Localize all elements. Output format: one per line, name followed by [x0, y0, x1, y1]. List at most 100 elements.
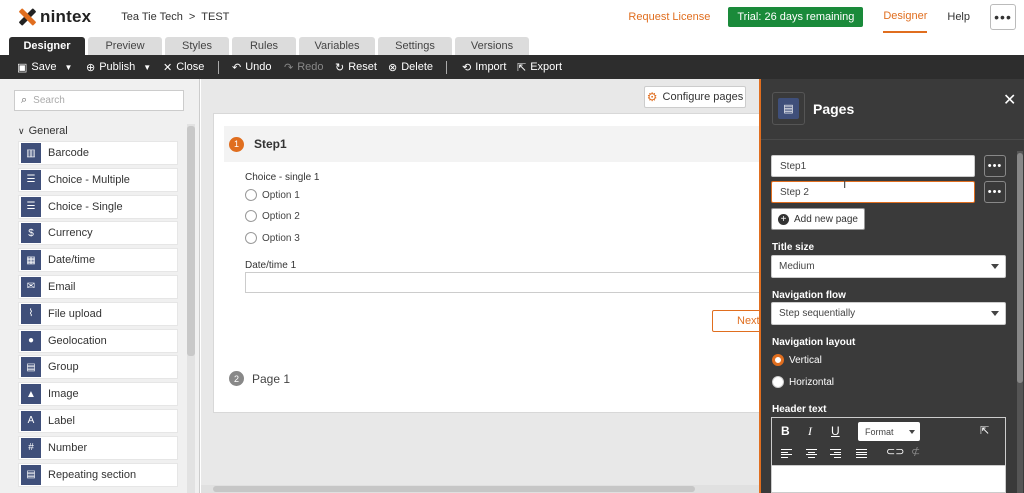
tab-styles[interactable]: Styles	[165, 37, 229, 55]
align-justify-icon[interactable]	[856, 449, 867, 458]
step2-header[interactable]: 2 Page 1	[229, 371, 290, 386]
unlink-icon[interactable]: ⊄	[911, 445, 920, 458]
option-2-radio[interactable]: Option 2	[245, 210, 300, 222]
control-choice-multiple[interactable]: ☰ Choice - Multiple	[18, 167, 178, 192]
designer-nav-link[interactable]: Designer	[883, 1, 928, 33]
configure-pages-button[interactable]: ⚙ Configure pages	[644, 86, 746, 108]
control-number[interactable]: # Number	[18, 435, 178, 460]
option-3-radio[interactable]: Option 3	[245, 232, 300, 244]
scrollbar-thumb[interactable]	[1017, 153, 1023, 383]
tab-preview[interactable]: Preview	[88, 37, 162, 55]
layout-vertical-radio[interactable]: Vertical	[772, 354, 822, 366]
title-size-label: Title size	[772, 242, 815, 253]
publish-dropdown-icon[interactable]: ▼	[143, 63, 151, 72]
nintex-logo[interactable]: nintex	[18, 7, 91, 27]
add-new-page-button[interactable]: + Add new page	[771, 208, 865, 230]
bold-button[interactable]: B	[781, 424, 790, 438]
tab-designer[interactable]: Designer	[9, 37, 85, 55]
toolbar-divider	[218, 61, 219, 74]
pages-icon: ▤	[778, 98, 799, 119]
title-size-select[interactable]: Medium	[771, 255, 1006, 278]
chevron-down-icon	[909, 430, 915, 434]
tab-rules[interactable]: Rules	[232, 37, 296, 55]
checklist-icon: ☰	[21, 169, 41, 190]
control-repeating-section[interactable]: ▤ Repeating section	[18, 462, 178, 487]
control-label-item[interactable]: A Label	[18, 408, 178, 433]
gear-icon: ⚙	[646, 90, 658, 104]
layout-horizontal-radio[interactable]: Horizontal	[772, 376, 834, 388]
controls-scrollbar[interactable]	[187, 124, 195, 493]
save-button[interactable]: ▣ Save ▼	[17, 55, 72, 79]
close-button[interactable]: ✕ Close	[163, 55, 204, 79]
tab-versions[interactable]: Versions	[455, 37, 529, 55]
trial-badge[interactable]: Trial: 26 days remaining	[728, 7, 864, 27]
page-2-more-button[interactable]: •••	[984, 181, 1006, 203]
step1-header[interactable]: 1 Step1	[224, 126, 762, 162]
control-datetime[interactable]: ▦ Date/time	[18, 248, 178, 273]
toolbar-divider	[446, 61, 447, 74]
search-placeholder: Search	[33, 95, 65, 106]
panel-scrollbar[interactable]	[1017, 151, 1023, 493]
undo-button[interactable]: ↶ Undo	[232, 55, 272, 79]
close-panel-icon[interactable]: ✕	[1003, 90, 1016, 110]
option-1-radio[interactable]: Option 1	[245, 189, 300, 201]
radio-circle-icon	[245, 189, 257, 201]
help-nav-link[interactable]: Help	[947, 11, 970, 23]
control-label: Date/time	[48, 254, 96, 267]
page-name-input-2[interactable]: Step 2	[771, 181, 975, 203]
align-left-icon[interactable]	[781, 449, 792, 458]
breadcrumb-workspace[interactable]: Tea Tie Tech	[121, 11, 183, 23]
publish-button[interactable]: ⊕ Publish ▼	[86, 55, 151, 79]
option-label: Option 3	[262, 232, 300, 244]
control-choice-single[interactable]: ☰ Choice - Single	[18, 194, 178, 219]
option-label: Option 2	[262, 210, 300, 222]
more-options-button[interactable]: •••	[990, 4, 1016, 30]
step2-number: 2	[229, 371, 244, 386]
scrollbar-thumb[interactable]	[213, 486, 695, 492]
underline-button[interactable]: U	[831, 424, 840, 438]
save-dropdown-icon[interactable]: ▼	[64, 63, 72, 72]
reset-button[interactable]: ↻ Reset	[335, 55, 377, 79]
control-group[interactable]: ▤ Group	[18, 355, 178, 380]
navigation-flow-select[interactable]: Step sequentially	[771, 302, 1006, 325]
open-external-icon[interactable]: ⇱	[980, 424, 989, 437]
scrollbar-thumb[interactable]	[187, 126, 195, 356]
control-geolocation[interactable]: ● Geolocation	[18, 328, 178, 353]
control-label: Barcode	[48, 147, 89, 159]
canvas-horizontal-scrollbar[interactable]	[201, 485, 759, 493]
search-icon: ⌕	[21, 94, 28, 106]
datetime-input[interactable]	[245, 272, 765, 293]
redo-button[interactable]: ↷ Redo	[284, 55, 324, 79]
import-button[interactable]: ⟲ Import	[462, 55, 506, 79]
tab-variables[interactable]: Variables	[299, 37, 375, 55]
ellipsis-icon: •••	[987, 186, 1003, 198]
control-file-upload[interactable]: ⌇ File upload	[18, 301, 178, 326]
align-right-icon[interactable]	[830, 449, 841, 458]
delete-button[interactable]: ⊗ Delete	[388, 55, 433, 79]
control-email[interactable]: ✉ Email	[18, 274, 178, 299]
control-label: Repeating section	[48, 468, 137, 481]
header-text-editor[interactable]: B I U Format ⇱ ⊂⊃ ⊄	[771, 417, 1006, 493]
export-button[interactable]: ⇱ Export	[517, 55, 562, 79]
request-license-link[interactable]: Request License	[628, 11, 710, 23]
page-1-more-button[interactable]: •••	[984, 155, 1006, 177]
chevron-down-icon: ∨	[18, 125, 25, 136]
add-new-page-label: Add new page	[794, 213, 858, 225]
chevron-down-icon	[991, 264, 999, 269]
control-barcode[interactable]: ▥ Barcode	[18, 141, 178, 165]
align-center-icon[interactable]	[806, 449, 817, 458]
tab-bar: Designer Preview Styles Rules Variables …	[0, 34, 1024, 55]
control-label: Group	[48, 361, 79, 374]
format-select[interactable]: Format	[858, 422, 920, 441]
layout-horizontal-label: Horizontal	[789, 376, 835, 388]
control-currency[interactable]: $ Currency	[18, 221, 178, 246]
save-icon: ▣	[17, 61, 28, 74]
page-name-input-1[interactable]: Step1	[771, 155, 975, 177]
tab-settings[interactable]: Settings	[378, 37, 452, 55]
radio-circle-icon	[245, 210, 257, 222]
section-general-header[interactable]: ∨ General	[18, 125, 68, 137]
search-input[interactable]: ⌕ Search	[14, 90, 184, 111]
control-image[interactable]: ▲ Image	[18, 382, 178, 407]
link-icon[interactable]: ⊂⊃	[886, 445, 904, 458]
italic-button[interactable]: I	[808, 424, 812, 439]
